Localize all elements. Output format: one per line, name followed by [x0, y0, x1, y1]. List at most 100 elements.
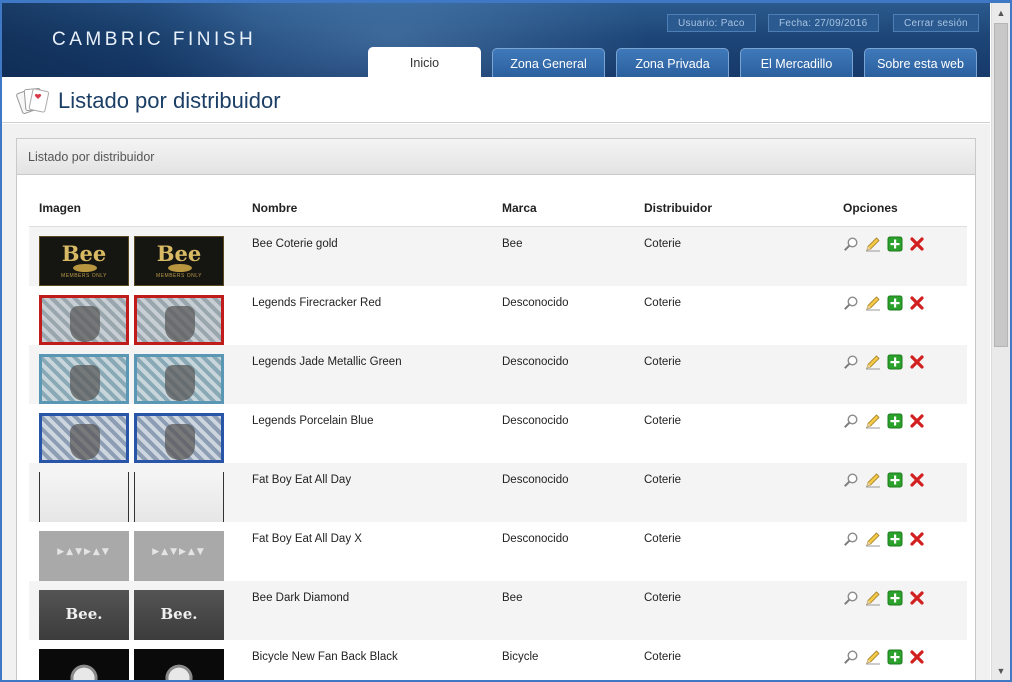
plus-icon[interactable]: [887, 413, 903, 429]
date-badge: Fecha: 27/09/2016: [768, 14, 879, 32]
distributor-cell: Coterie: [644, 473, 682, 486]
brand-cell: Desconocido: [502, 296, 569, 309]
column-header-opciones: Opciones: [843, 191, 967, 227]
delete-x-icon[interactable]: [909, 236, 925, 252]
delete-x-icon[interactable]: [909, 413, 925, 429]
options-cell: [843, 581, 967, 640]
delete-x-icon[interactable]: [909, 531, 925, 547]
card-back-image[interactable]: [134, 471, 224, 522]
table-row: Fat Boy Eat All Day Desconocido Coterie: [29, 462, 967, 522]
tab-zona-privada[interactable]: Zona Privada: [616, 48, 729, 77]
card-front-image[interactable]: Bee MEMBERS ONLY: [39, 235, 129, 286]
delete-x-icon[interactable]: [909, 590, 925, 606]
magnifier-icon[interactable]: [843, 295, 859, 311]
distributor-cell: Coterie: [644, 237, 682, 250]
card-back-image[interactable]: [134, 294, 224, 345]
card-front-image[interactable]: Bee.: [39, 589, 129, 640]
options-cell: [843, 640, 967, 681]
browser-window: CAMBRIC FINISH Usuario: Paco Fecha: 27/0…: [0, 0, 1012, 682]
plus-icon[interactable]: [887, 472, 903, 488]
image-cell: Bee. Bee.: [29, 581, 252, 640]
pencil-icon[interactable]: [865, 354, 881, 370]
image-cell: [29, 404, 252, 463]
card-back-image[interactable]: [134, 648, 224, 680]
tab-el-mercadillo[interactable]: El Mercadillo: [740, 48, 853, 77]
scroll-down-arrow-icon[interactable]: ▼: [992, 663, 1010, 680]
playing-cards-icon: [16, 88, 50, 115]
image-cell: [29, 640, 252, 680]
name-cell: Bee Dark Diamond: [252, 591, 350, 604]
distributor-cell: Coterie: [644, 532, 682, 545]
table-header-row: Imagen Nombre Marca Distribuidor Opcione…: [29, 191, 967, 227]
name-cell: Fat Boy Eat All Day X: [252, 532, 362, 545]
options-cell: [843, 226, 967, 286]
delete-x-icon[interactable]: [909, 354, 925, 370]
name-cell: Legends Jade Metallic Green: [252, 355, 402, 368]
pencil-icon[interactable]: [865, 531, 881, 547]
tab-inicio[interactable]: Inicio: [368, 47, 481, 77]
options-cell: [843, 522, 967, 581]
plus-icon[interactable]: [887, 354, 903, 370]
table-row: Bee. Bee. Bee Dark Diamond Bee Coterie: [29, 580, 967, 640]
table-row: Legends Porcelain Blue Desconocido Coter…: [29, 403, 967, 463]
plus-icon[interactable]: [887, 649, 903, 665]
table-row: Legends Firecracker Red Desconocido Cote…: [29, 285, 967, 345]
plus-icon[interactable]: [887, 590, 903, 606]
distributor-cell: Coterie: [644, 650, 682, 663]
card-back-image[interactable]: Bee.: [134, 589, 224, 640]
delete-x-icon[interactable]: [909, 295, 925, 311]
card-front-image[interactable]: [39, 353, 129, 404]
pencil-icon[interactable]: [865, 236, 881, 252]
magnifier-icon[interactable]: [843, 531, 859, 547]
column-header-imagen: Imagen: [29, 191, 252, 227]
scroll-up-arrow-icon[interactable]: ▲: [992, 5, 1010, 22]
name-cell: Fat Boy Eat All Day: [252, 473, 352, 486]
plus-icon[interactable]: [887, 531, 903, 547]
card-back-image[interactable]: [134, 353, 224, 404]
listing-panel: Listado por distribuidor Imagen Nombre M…: [16, 138, 976, 681]
name-cell: Legends Porcelain Blue: [252, 414, 374, 427]
pencil-icon[interactable]: [865, 649, 881, 665]
site-logo[interactable]: CAMBRIC FINISH: [52, 29, 256, 51]
card-front-image[interactable]: ▶▲▼▶▲▼: [39, 530, 129, 581]
pencil-icon[interactable]: [865, 472, 881, 488]
delete-x-icon[interactable]: [909, 649, 925, 665]
magnifier-icon[interactable]: [843, 354, 859, 370]
column-header-marca: Marca: [502, 191, 644, 227]
brand-cell: Desconocido: [502, 473, 569, 486]
distributor-cell: Coterie: [644, 414, 682, 427]
options-cell: [843, 404, 967, 463]
card-back-image[interactable]: [134, 412, 224, 463]
pencil-icon[interactable]: [865, 413, 881, 429]
card-front-image[interactable]: [39, 412, 129, 463]
image-cell: [29, 286, 252, 345]
distributor-cell: Coterie: [644, 591, 682, 604]
options-cell: [843, 286, 967, 345]
card-front-image[interactable]: [39, 471, 129, 522]
brand-cell: Bee: [502, 591, 523, 604]
card-front-image[interactable]: [39, 648, 129, 680]
plus-icon[interactable]: [887, 295, 903, 311]
magnifier-icon[interactable]: [843, 236, 859, 252]
pencil-icon[interactable]: [865, 295, 881, 311]
image-cell: Bee MEMBERS ONLY Bee MEMBERS ONLY: [29, 226, 252, 286]
scrollbar-thumb[interactable]: [994, 23, 1008, 347]
magnifier-icon[interactable]: [843, 590, 859, 606]
magnifier-icon[interactable]: [843, 649, 859, 665]
delete-x-icon[interactable]: [909, 472, 925, 488]
tab-sobre-esta-web[interactable]: Sobre esta web: [864, 48, 977, 77]
logout-button[interactable]: Cerrar sesión: [893, 14, 979, 32]
tab-zona-general[interactable]: Zona General: [492, 48, 605, 77]
magnifier-icon[interactable]: [843, 413, 859, 429]
card-back-image[interactable]: Bee MEMBERS ONLY: [134, 235, 224, 286]
plus-icon[interactable]: [887, 236, 903, 252]
image-cell: ▶▲▼▶▲▼ ▶▲▼▶▲▼: [29, 522, 252, 581]
vertical-scrollbar[interactable]: ▲ ▼: [991, 3, 1010, 680]
card-back-image[interactable]: ▶▲▼▶▲▼: [134, 530, 224, 581]
column-header-distribuidor: Distribuidor: [644, 191, 843, 227]
image-cell: [29, 345, 252, 404]
pencil-icon[interactable]: [865, 590, 881, 606]
brand-cell: Desconocido: [502, 414, 569, 427]
card-front-image[interactable]: [39, 294, 129, 345]
magnifier-icon[interactable]: [843, 472, 859, 488]
